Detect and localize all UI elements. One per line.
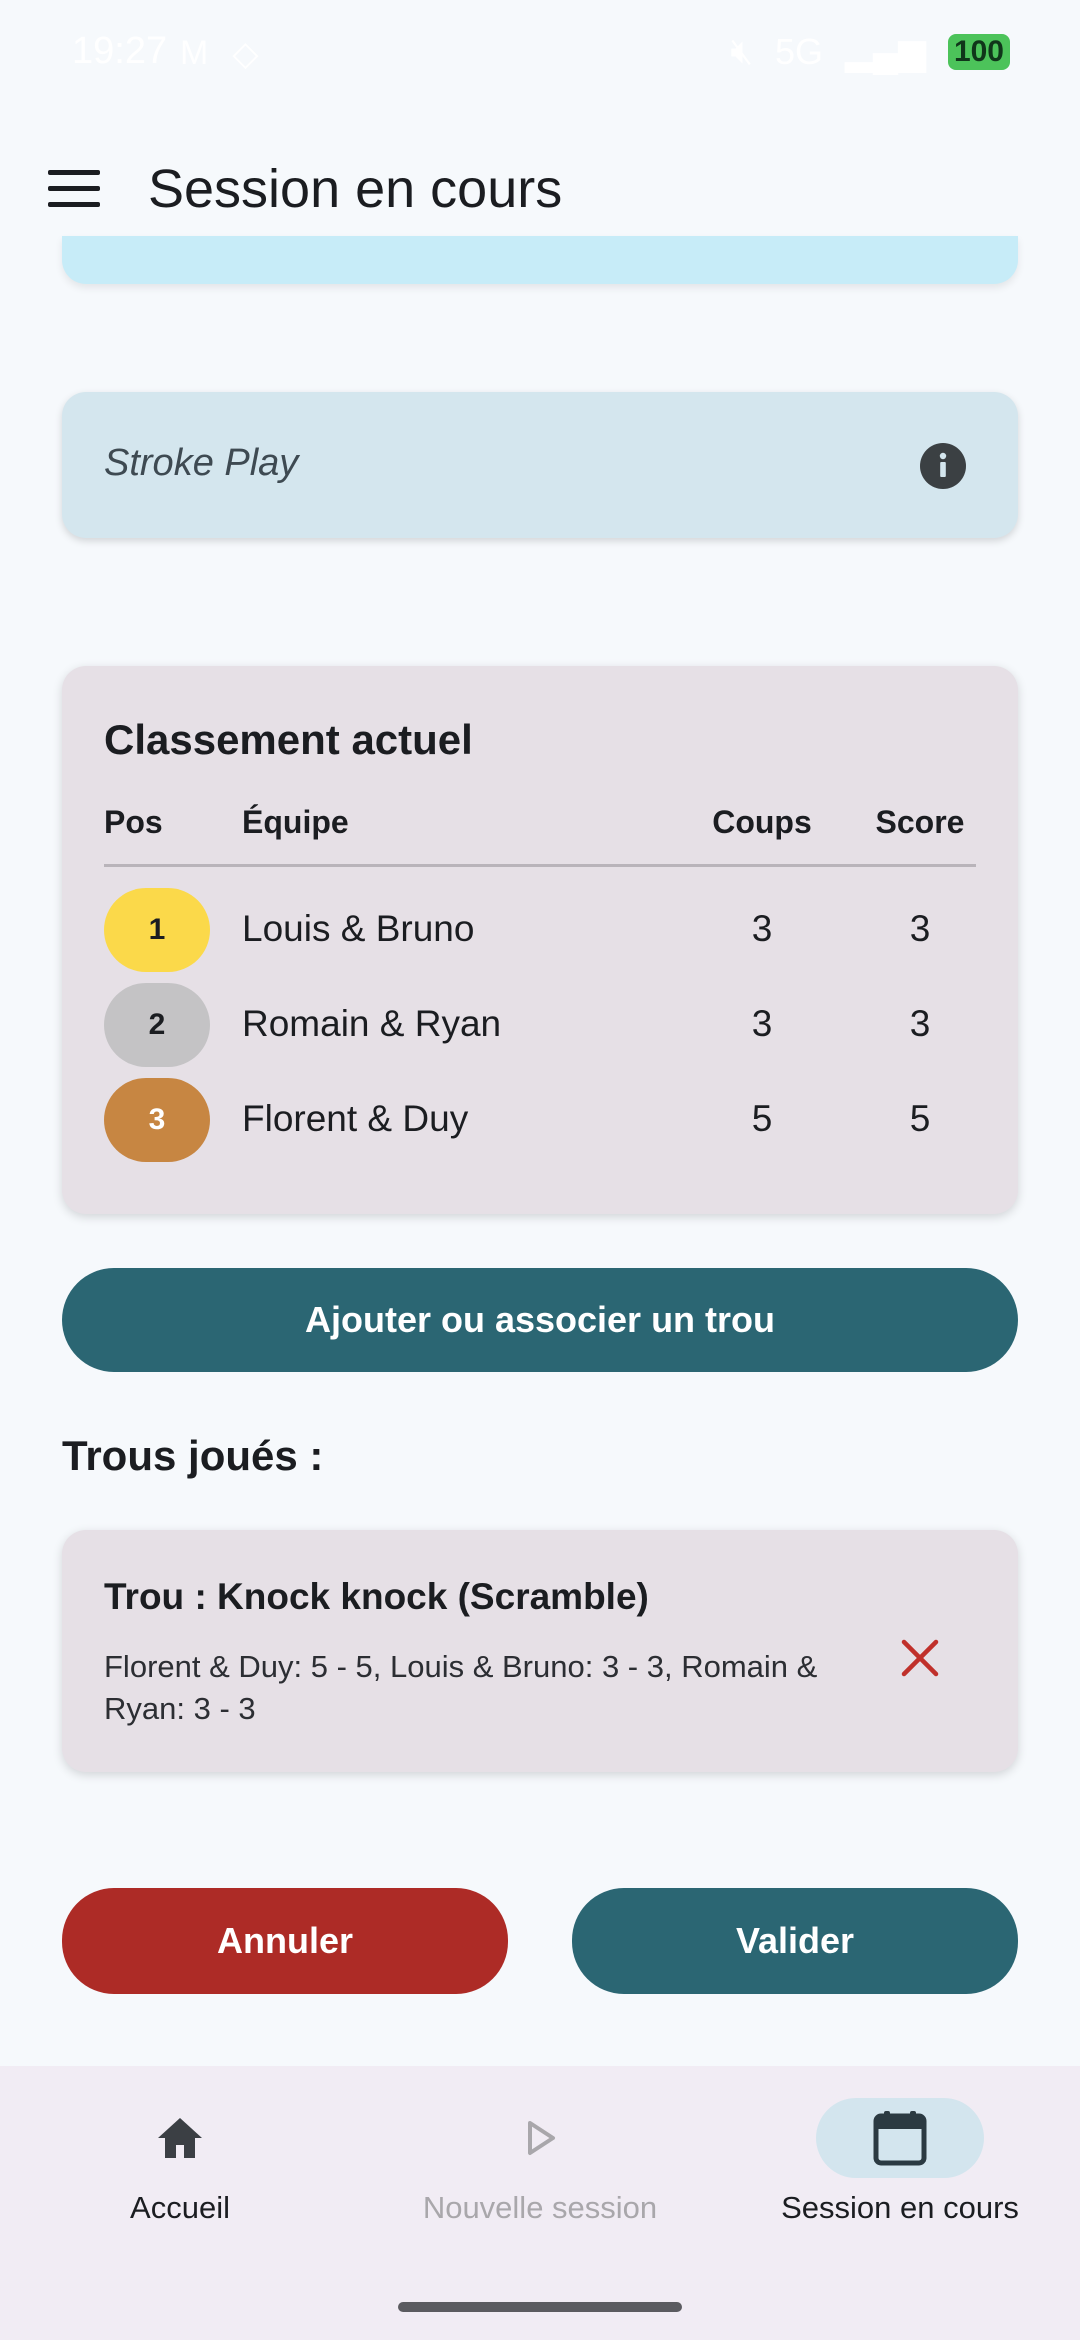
team-score: 3: [909, 1003, 931, 1044]
page-title: Session en cours: [148, 159, 563, 219]
validate-button[interactable]: Valider: [572, 1888, 1018, 1994]
ranking-row: 1 Louis & Bruno 3 3: [62, 888, 1018, 972]
header-strokes: Coups: [712, 804, 812, 840]
position-badge: 1: [104, 888, 210, 972]
team-name: Romain & Ryan: [242, 1003, 502, 1044]
nav-label-current-session: Session en cours: [781, 2190, 1019, 2225]
nav-item-home[interactable]: Accueil: [0, 2066, 360, 2256]
ranking-row: 3 Florent & Duy 5 5: [62, 1078, 1018, 1162]
info-icon[interactable]: [920, 443, 966, 489]
hole-card: Trou : Knock knock (Scramble) Florent & …: [62, 1530, 1018, 1772]
gmail-icon: M: [180, 34, 209, 72]
holes-played-heading: Trous joués :: [62, 1432, 324, 1479]
home-icon: [126, 2098, 234, 2178]
delete-hole-button[interactable]: [882, 1620, 958, 1696]
signal-strength-icon: ▂▄▆: [845, 30, 926, 72]
add-hole-button[interactable]: Ajouter ou associer un trou: [62, 1268, 1018, 1372]
close-icon: [901, 1639, 939, 1677]
status-time: 19:27: [72, 30, 168, 72]
game-mode-label: Stroke Play: [104, 442, 299, 484]
hole-title: Trou : Knock knock (Scramble): [104, 1576, 649, 1617]
team-name: Louis & Bruno: [242, 908, 475, 949]
team-score: 3: [909, 908, 931, 949]
status-bar: 19:27 M ◇ 🔇︎ 5G ▂▄▆ 100: [0, 0, 1080, 110]
status-notification-icons: M ◇: [180, 34, 258, 74]
nav-item-new-session[interactable]: Nouvelle session: [360, 2066, 720, 2256]
play-icon: [486, 2098, 594, 2178]
ranking-card: Classement actuel Pos Équipe Coups Score…: [62, 666, 1018, 1214]
header-pos: Pos: [104, 804, 163, 840]
network-type: 5G: [775, 30, 824, 72]
battery-icon: 100: [947, 33, 1010, 70]
home-indicator: [398, 2302, 682, 2312]
mute-icon: 🔇︎: [730, 30, 754, 71]
calendar-icon: [816, 2098, 984, 2178]
ranking-row: 2 Romain & Ryan 3 3: [62, 983, 1018, 1067]
menu-icon[interactable]: [48, 170, 100, 210]
nav-item-current-session[interactable]: Session en cours: [720, 2066, 1080, 2256]
team-score: 5: [909, 1098, 931, 1139]
position-badge: 3: [104, 1078, 210, 1162]
game-mode-card: Stroke Play: [62, 392, 1018, 538]
status-right-icons: 🔇︎ 5G ▂▄▆ 100: [730, 30, 1010, 73]
signal-app-icon: ◇: [232, 35, 259, 73]
position-badge: 2: [104, 983, 210, 1067]
ranking-divider: [104, 864, 976, 867]
ranking-title: Classement actuel: [104, 716, 473, 763]
team-strokes: 3: [751, 908, 773, 949]
bottom-navigation: Accueil Nouvelle session Session en cour…: [0, 2066, 1080, 2340]
header-team: Équipe: [242, 804, 349, 840]
team-strokes: 3: [751, 1003, 773, 1044]
header-score: Score: [875, 804, 965, 840]
cancel-button[interactable]: Annuler: [62, 1888, 508, 1994]
team-strokes: 5: [751, 1098, 773, 1139]
nav-label-new-session: Nouvelle session: [422, 2190, 658, 2225]
hole-scores: Florent & Duy: 5 - 5, Louis & Bruno: 3 -…: [104, 1649, 818, 1726]
nav-label-home: Accueil: [130, 2190, 230, 2225]
partial-card: [62, 236, 1018, 284]
team-name: Florent & Duy: [242, 1098, 469, 1139]
